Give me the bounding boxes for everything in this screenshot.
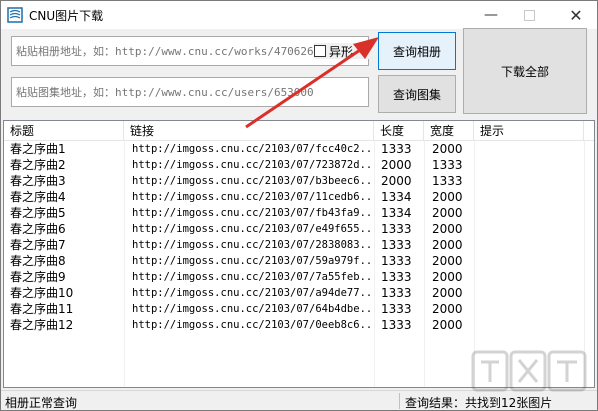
cell-note bbox=[482, 285, 582, 301]
cell-length: 1333 bbox=[381, 238, 412, 252]
cell-width: 2000 bbox=[432, 254, 463, 268]
cell-link: http://imgoss.cnu.cc/2103/07/e49f655... bbox=[132, 223, 372, 235]
cell-title: 春之序曲12 bbox=[10, 318, 74, 332]
cell-title: 春之序曲10 bbox=[10, 286, 74, 300]
cell-title: 春之序曲6 bbox=[10, 222, 66, 236]
cell-note bbox=[482, 253, 582, 269]
cell-length: 1334 bbox=[381, 190, 412, 204]
cell-title: 春之序曲9 bbox=[10, 270, 66, 284]
cell-width: 1333 bbox=[432, 174, 463, 188]
cell-width: 2000 bbox=[432, 142, 463, 156]
cell-note bbox=[482, 301, 582, 317]
cell-note bbox=[482, 189, 582, 205]
cell-title: 春之序曲7 bbox=[10, 238, 66, 252]
cell-width: 1333 bbox=[432, 158, 463, 172]
cell-width: 2000 bbox=[432, 318, 463, 332]
cell-link: http://imgoss.cnu.cc/2103/07/64b4dbe... bbox=[132, 303, 372, 315]
cell-width: 2000 bbox=[432, 302, 463, 316]
cell-length: 1334 bbox=[381, 206, 412, 220]
cell-link: http://imgoss.cnu.cc/2103/07/b3beec6... bbox=[132, 175, 372, 187]
cell-length: 1333 bbox=[381, 142, 412, 156]
cell-title: 春之序曲11 bbox=[10, 302, 74, 316]
cell-title: 春之序曲8 bbox=[10, 254, 66, 268]
main-window: CNU图片下载 — ✕ 异形 查询相册 查询图集 下载全部 标题 链接 长度 宽… bbox=[0, 0, 598, 411]
cell-title: 春之序曲3 bbox=[10, 174, 66, 188]
cell-link: http://imgoss.cnu.cc/2103/07/0eeb8c6... bbox=[132, 319, 372, 331]
cell-length: 1333 bbox=[381, 302, 412, 316]
cell-link: http://imgoss.cnu.cc/2103/07/a94de77... bbox=[132, 287, 372, 299]
cell-title: 春之序曲2 bbox=[10, 158, 66, 172]
cell-width: 2000 bbox=[432, 270, 463, 284]
cell-length: 1333 bbox=[381, 318, 412, 332]
cell-width: 2000 bbox=[432, 286, 463, 300]
watermark-logo bbox=[471, 350, 587, 392]
cell-link: http://imgoss.cnu.cc/2103/07/11cedb6... bbox=[132, 191, 372, 203]
column-divider bbox=[424, 141, 425, 387]
cell-length: 1333 bbox=[381, 270, 412, 284]
cell-width: 2000 bbox=[432, 190, 463, 204]
cell-width: 2000 bbox=[432, 206, 463, 220]
cell-link: http://imgoss.cnu.cc/2103/07/59a979f... bbox=[132, 255, 372, 267]
cell-link: http://imgoss.cnu.cc/2103/07/2838083... bbox=[132, 239, 372, 251]
status-divider bbox=[399, 393, 400, 409]
cell-note bbox=[482, 205, 582, 221]
column-divider bbox=[124, 141, 125, 387]
cell-length: 2000 bbox=[381, 174, 412, 188]
cell-note bbox=[482, 317, 582, 333]
cell-title: 春之序曲5 bbox=[10, 206, 66, 220]
cell-width: 2000 bbox=[432, 222, 463, 236]
cell-note bbox=[482, 141, 582, 157]
cell-length: 1333 bbox=[381, 254, 412, 268]
cell-width: 2000 bbox=[432, 238, 463, 252]
cell-note bbox=[482, 157, 582, 173]
annotation-arrow-icon bbox=[245, 37, 379, 129]
cell-link: http://imgoss.cnu.cc/2103/07/fb43fa9... bbox=[132, 207, 372, 219]
cell-note bbox=[482, 237, 582, 253]
cell-link: http://imgoss.cnu.cc/2103/07/fcc40c2... bbox=[132, 143, 372, 155]
cell-length: 1333 bbox=[381, 222, 412, 236]
cell-note bbox=[482, 269, 582, 285]
cell-link: http://imgoss.cnu.cc/2103/07/723872d... bbox=[132, 159, 372, 171]
cell-title: 春之序曲1 bbox=[10, 142, 66, 156]
cell-note bbox=[482, 221, 582, 237]
cell-length: 1333 bbox=[381, 286, 412, 300]
result-count: 查询结果：共找到12张图片 bbox=[405, 396, 553, 410]
cell-title: 春之序曲4 bbox=[10, 190, 66, 204]
cell-link: http://imgoss.cnu.cc/2103/07/7a55feb... bbox=[132, 271, 372, 283]
cell-note bbox=[482, 173, 582, 189]
cell-length: 2000 bbox=[381, 158, 412, 172]
column-divider bbox=[374, 141, 375, 387]
status-message: 相册正常查询 bbox=[5, 396, 78, 410]
